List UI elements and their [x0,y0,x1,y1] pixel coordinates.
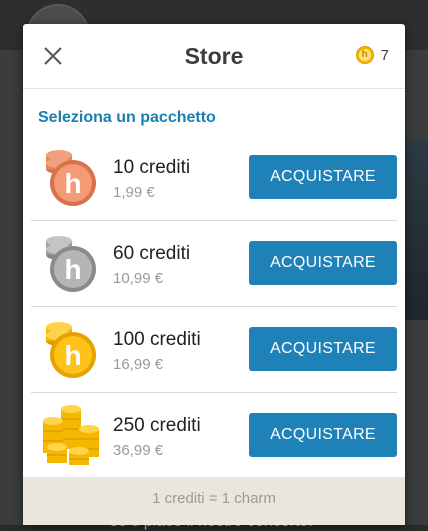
package-credits: 10 crediti [113,157,191,178]
package-item: 250 crediti 36,99 € ACQUISTARE [31,393,397,478]
package-credits: 100 crediti [113,329,201,350]
svg-text:h: h [64,254,81,285]
credit-balance: h 7 [355,46,389,64]
package-list: h 10 crediti 1,99 € ACQUISTARE h 60 cred… [23,135,405,478]
package-price: 36,99 € [113,442,164,459]
package-price: 1,99 € [113,184,155,201]
silver-coins-icon: h [46,236,96,292]
package-price: 10,99 € [113,270,164,287]
package-item: h 10 crediti 1,99 € ACQUISTARE [31,135,397,221]
buy-button[interactable]: ACQUISTARE [249,241,397,285]
svg-text:h: h [64,340,81,371]
package-price: 16,99 € [113,356,164,373]
package-item: h 60 crediti 10,99 € ACQUISTARE [31,221,397,307]
package-credits: 250 crediti [113,415,201,436]
buy-button[interactable]: ACQUISTARE [249,413,397,457]
bronze-coins-icon: h [46,150,96,206]
store-dialog: Store h 7 Seleziona un pacchetto h 10 cr… [23,24,405,525]
gold-coin-pile-icon [43,405,99,465]
gold-coins-icon: h [46,322,96,378]
store-header: Store h 7 [23,24,405,89]
background-photo [404,140,428,320]
package-credits: 60 crediti [113,243,191,264]
h-coin-icon: h [355,46,374,64]
package-item: h 100 crediti 16,99 € ACQUISTARE [31,307,397,393]
buy-button[interactable]: ACQUISTARE [249,155,397,199]
buy-button[interactable]: ACQUISTARE [249,327,397,371]
section-title: Seleziona un pacchetto [38,109,216,126]
credit-conversion-note: 1 crediti = 1 charm [23,477,405,525]
store-title: Store [184,43,244,69]
svg-text:h: h [64,168,81,199]
balance-value: 7 [380,46,389,64]
